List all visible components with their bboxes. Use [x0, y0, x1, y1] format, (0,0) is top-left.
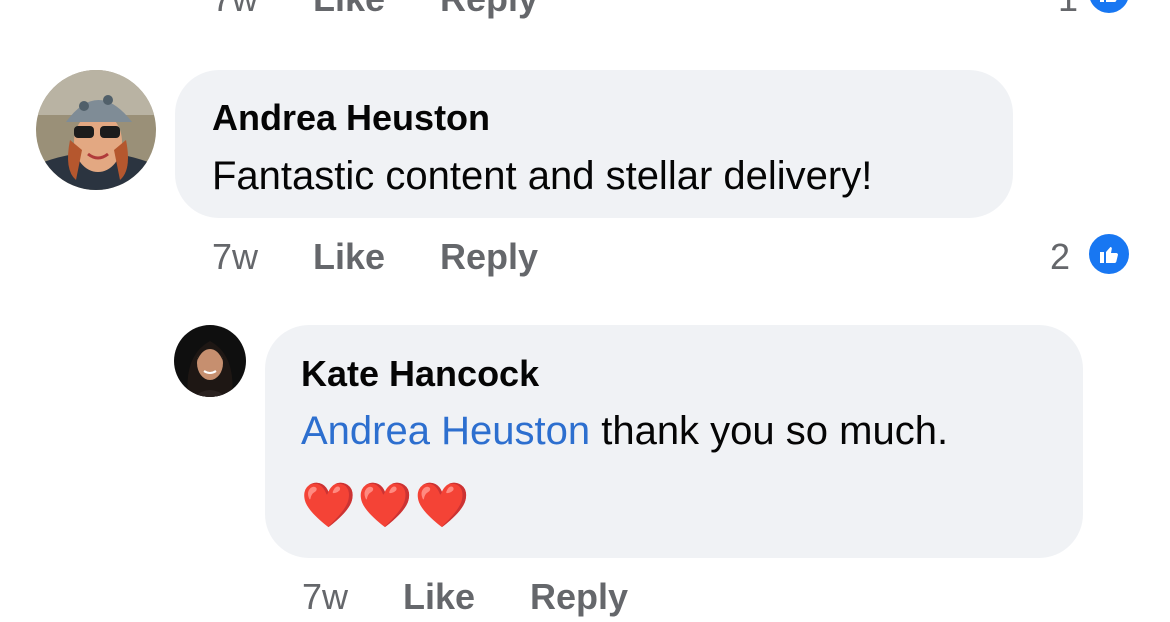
comment-text: Fantastic content and stellar delivery! [212, 154, 873, 198]
comment-actions: 7w Like Reply 2 [0, 231, 1170, 282]
comment-time[interactable]: 7w [212, 236, 258, 278]
reply-button[interactable]: Reply [530, 576, 628, 618]
comment-actions-previous: 7w Like Reply 1 [0, 0, 1170, 22]
reply-text: Andrea Heuston thank you so much. [301, 409, 948, 454]
like-button[interactable]: Like [313, 0, 385, 20]
comment-bubble: Andrea Heuston Fantastic content and ste… [175, 70, 1013, 218]
reaction-count[interactable]: 2 [1050, 236, 1070, 278]
comment-author[interactable]: Andrea Heuston [212, 97, 490, 139]
reply-bubble: Kate Hancock Andrea Heuston thank you so… [265, 325, 1083, 558]
reply-button[interactable]: Reply [440, 236, 538, 278]
like-thumb-icon[interactable] [1086, 0, 1132, 16]
reply-time[interactable]: 7w [302, 576, 348, 618]
heart-emoji: ❤️❤️❤️ [301, 481, 472, 530]
like-thumb-icon[interactable] [1086, 231, 1132, 277]
reaction-count[interactable]: 1 [1058, 0, 1078, 20]
reply-button[interactable]: Reply [440, 0, 538, 20]
comment-time[interactable]: 7w [212, 0, 258, 20]
reply-author[interactable]: Kate Hancock [301, 353, 539, 395]
mention-link[interactable]: Andrea Heuston [301, 409, 590, 453]
avatar-kate[interactable] [174, 325, 246, 397]
like-button[interactable]: Like [403, 576, 475, 618]
avatar-andrea[interactable] [36, 70, 156, 190]
reply-message: thank you so much. [590, 409, 949, 453]
reply-actions: 7w Like Reply [0, 576, 1170, 622]
like-button[interactable]: Like [313, 236, 385, 278]
